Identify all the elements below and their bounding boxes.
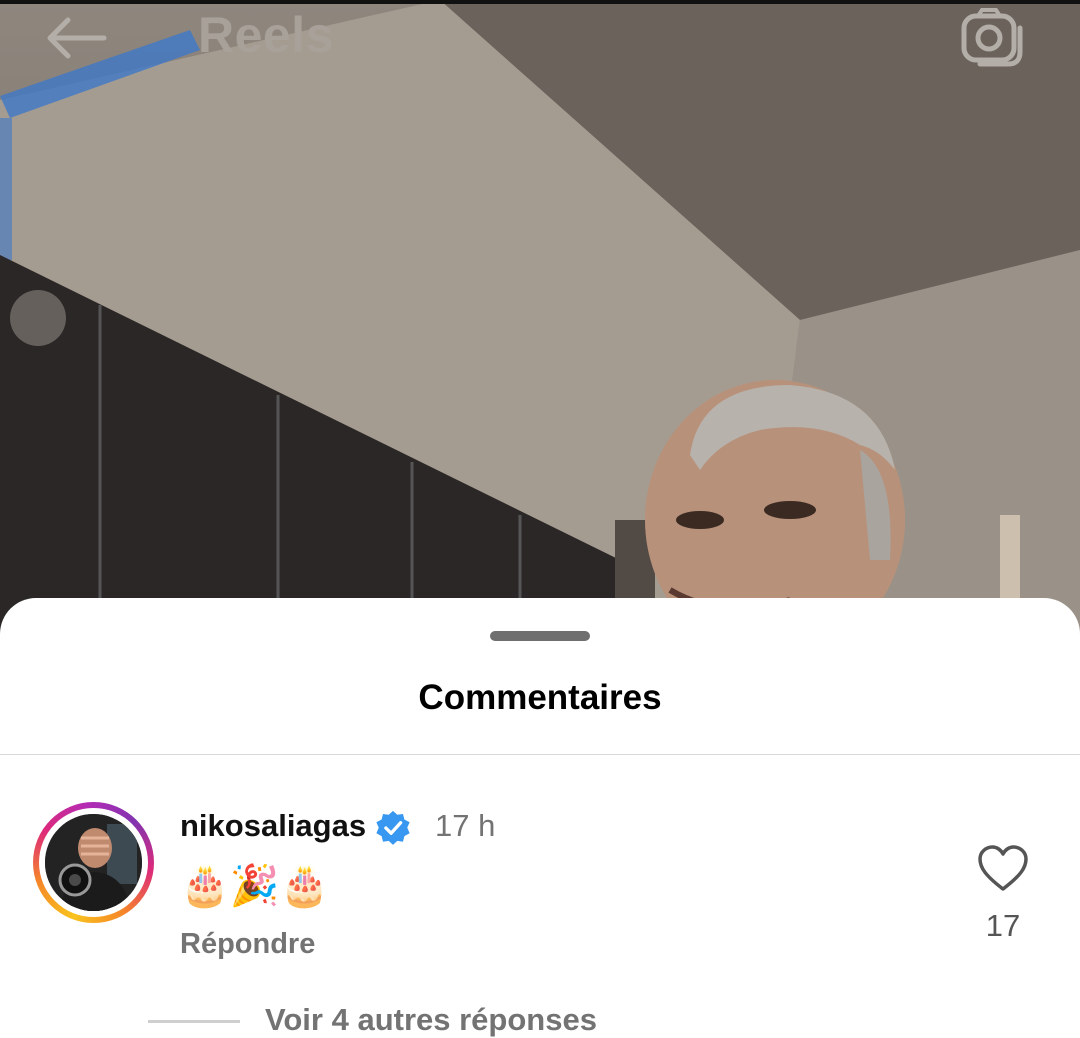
- reply-button[interactable]: Répondre: [180, 928, 315, 961]
- view-more-replies-button[interactable]: Voir 4 autres réponses: [265, 1002, 597, 1038]
- page-title: Reels: [198, 7, 334, 63]
- camera-icon: [961, 8, 1023, 67]
- video-scene: [0, 0, 1080, 640]
- like-count: 17: [985, 908, 1021, 943]
- comments-sheet: Commentaires nikosaliagas 17 h 🎂🎉🎂 Répon…: [0, 598, 1080, 1037]
- arrow-left-icon: [47, 17, 107, 59]
- back-button[interactable]: [40, 8, 112, 68]
- sheet-title: Commentaires: [418, 678, 662, 717]
- header-divider: [0, 754, 1080, 755]
- heart-icon[interactable]: [976, 844, 1030, 894]
- sheet-drag-handle[interactable]: [490, 631, 590, 641]
- replies-connector-line: [148, 1020, 240, 1023]
- comment-timestamp: 17 h: [435, 808, 496, 843]
- avatar-photo: [45, 814, 142, 911]
- avatar: [45, 814, 142, 911]
- comment-username[interactable]: nikosaliagas: [180, 808, 366, 844]
- verified-badge-icon: [376, 810, 410, 845]
- comment-text: 🎂🎉🎂: [180, 863, 330, 909]
- reel-video-frame[interactable]: [0, 0, 1080, 640]
- status-bar-edge: [0, 0, 1080, 4]
- avatar-story-ring[interactable]: [33, 802, 154, 923]
- camera-button[interactable]: [954, 4, 1030, 70]
